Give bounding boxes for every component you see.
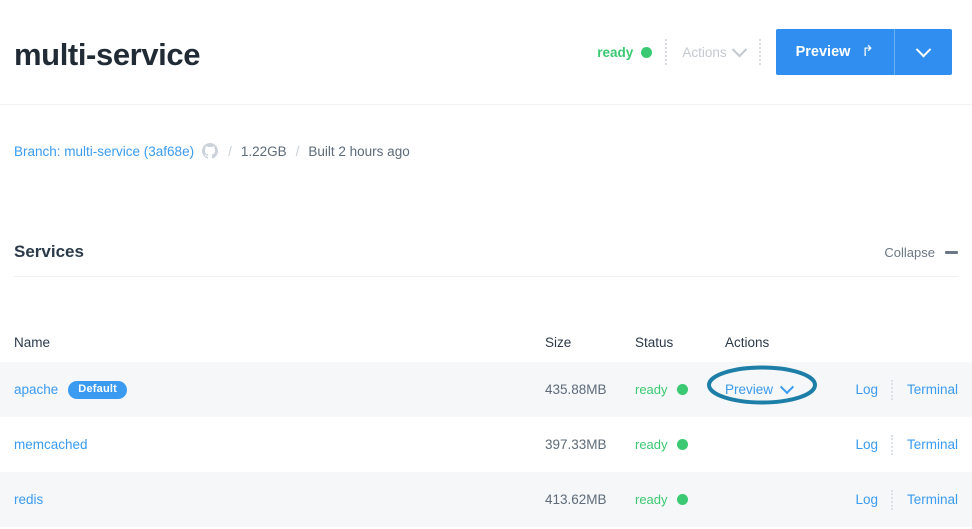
divider-dotted (665, 39, 668, 65)
preview-button-label: Preview (795, 44, 851, 60)
column-header-status: Status (635, 334, 674, 350)
app-page: multi-service ready Actions Preview ↱ Br… (0, 0, 972, 529)
service-terminal-link[interactable]: Terminal (907, 382, 958, 397)
service-name-cell: memcached (14, 437, 545, 452)
status-dot-icon (676, 494, 688, 505)
service-log-link[interactable]: Log (855, 492, 878, 507)
preview-button-group: Preview ↱ (775, 29, 952, 75)
meta-separator: / (295, 143, 300, 159)
divider-dotted (890, 434, 894, 455)
service-size: 435.88MB (545, 382, 607, 397)
divider-dotted (758, 39, 762, 65)
minus-icon (945, 250, 958, 254)
table-row[interactable]: apache Default 435.88MB ready Preview Lo… (0, 362, 972, 417)
service-terminal-link[interactable]: Terminal (907, 437, 958, 452)
column-header-size: Size (545, 334, 572, 350)
services-section-header: Services Collapse (0, 234, 972, 270)
default-badge: Default (68, 380, 127, 399)
service-actions-cell: Preview (725, 379, 835, 397)
service-name-link[interactable]: apache (14, 382, 58, 397)
service-name-cell: apache Default (14, 380, 545, 399)
service-status-label: ready (635, 382, 668, 397)
service-size: 413.62MB (545, 492, 607, 507)
branch-link[interactable]: Branch: multi-service (3af68e) (14, 144, 194, 159)
chevron-down-icon (915, 41, 932, 57)
app-status-badge: ready (597, 45, 664, 60)
app-status-label: ready (597, 44, 634, 60)
service-size: 397.33MB (545, 437, 607, 452)
service-log-link[interactable]: Log (855, 437, 878, 452)
services-title: Services (14, 242, 84, 261)
collapse-toggle[interactable]: Collapse (884, 245, 958, 260)
header-controls: ready Actions Preview ↱ (597, 29, 952, 75)
preview-button[interactable]: Preview ↱ (775, 29, 894, 75)
service-status: ready (635, 492, 725, 507)
table-header-row: Name Size Status Actions (0, 322, 972, 362)
divider-dotted (890, 489, 894, 510)
breadcrumb: Branch: multi-service (3af68e) / 1.22GB … (14, 143, 410, 159)
service-name-cell: redis (14, 492, 545, 507)
table-row[interactable]: redis 413.62MB ready Log Terminal (0, 472, 972, 527)
table-row[interactable]: memcached 397.33MB ready Log Terminal (0, 417, 972, 472)
service-terminal-link[interactable]: Terminal (907, 492, 958, 507)
page-header: multi-service ready Actions Preview ↱ (0, 0, 972, 105)
status-dot-icon (676, 439, 688, 450)
actions-dropdown-label: Actions (682, 44, 727, 60)
chevron-down-icon (731, 41, 747, 57)
actions-dropdown[interactable]: Actions (669, 41, 757, 60)
service-links-cell: Log Terminal (835, 379, 958, 400)
status-dot-icon (641, 46, 653, 58)
service-name-link[interactable]: redis (14, 492, 43, 507)
column-header-actions: Actions (725, 334, 770, 350)
image-size: 1.22GB (240, 143, 287, 159)
service-name-link[interactable]: memcached (14, 437, 88, 452)
column-header-name: Name (14, 334, 51, 350)
service-status-label: ready (635, 437, 668, 452)
service-preview-dropdown[interactable]: Preview (725, 379, 795, 397)
service-links-cell: Log Terminal (835, 489, 958, 510)
status-dot-icon (676, 384, 688, 395)
service-status: ready (635, 382, 725, 397)
service-log-link[interactable]: Log (855, 382, 878, 397)
page-title: multi-service (14, 36, 201, 72)
service-links-cell: Log Terminal (835, 434, 958, 455)
chevron-down-icon (779, 379, 795, 394)
preview-dropdown-toggle[interactable] (894, 29, 952, 75)
services-table: Name Size Status Actions apache Default … (0, 322, 972, 527)
collapse-label: Collapse (884, 244, 935, 260)
github-icon (202, 143, 219, 159)
service-preview-label: Preview (725, 382, 774, 397)
meta-separator: / (228, 143, 232, 159)
section-divider (14, 276, 958, 277)
service-status: ready (635, 437, 725, 452)
built-timestamp: Built 2 hours ago (308, 143, 410, 159)
external-link-arrow-icon: ↱ (861, 42, 874, 60)
divider-dotted (890, 379, 894, 400)
service-status-label: ready (635, 492, 668, 507)
